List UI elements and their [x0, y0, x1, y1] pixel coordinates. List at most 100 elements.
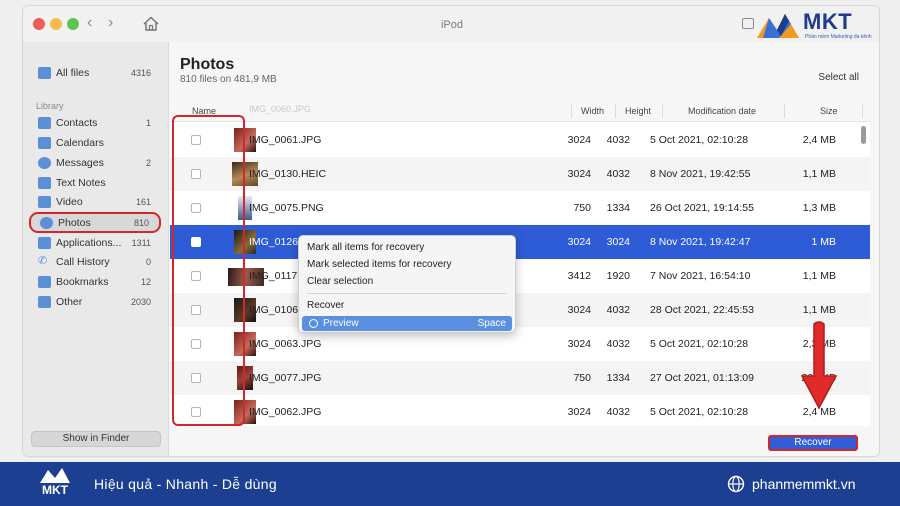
- file-date: 26 Oct 2021, 19:14:55: [650, 202, 754, 214]
- file-name: IMG_0075.PNG: [249, 202, 324, 214]
- row-checkbox[interactable]: [191, 339, 201, 349]
- sidebar-item-label: Other: [56, 296, 83, 308]
- sidebar-item-count: 2030: [130, 297, 151, 307]
- applications-icon: [38, 237, 51, 249]
- menu-item-mark-selected[interactable]: Mark selected items for recovery: [307, 259, 452, 270]
- table-row[interactable]: IMG_0077.JPG 750 1334 27 Oct 2021, 01:13…: [170, 361, 870, 395]
- row-checkbox[interactable]: [191, 135, 201, 145]
- column-header-height[interactable]: Height: [625, 106, 651, 116]
- footer-banner: MKT Hiệu quả - Nhanh - Dễ dùng phanmemmk…: [0, 462, 900, 506]
- column-header-width[interactable]: Width: [581, 106, 604, 116]
- sidebar-item-label: Calendars: [56, 137, 104, 149]
- footer-logo: MKT: [34, 466, 76, 502]
- menu-item-clear-selection[interactable]: Clear selection: [307, 276, 373, 287]
- file-width: 3024: [567, 304, 591, 316]
- file-size: 1,1 MB: [802, 168, 836, 180]
- sidebar-item-video[interactable]: Video 161: [29, 193, 161, 212]
- row-checkbox[interactable]: [191, 237, 201, 247]
- row-checkbox[interactable]: [191, 373, 201, 383]
- sidebar-item-count: 810: [133, 218, 149, 228]
- sidebar-item-label: Messages: [56, 157, 104, 169]
- logo-text: MKT: [803, 9, 853, 34]
- file-summary: 810 files on 481,9 MB: [180, 74, 277, 85]
- table-row[interactable]: IMG_0117.JPG 3412 1920 7 Nov 2021, 16:54…: [170, 259, 870, 293]
- sidebar-item-label: Bookmarks: [56, 276, 109, 288]
- row-checkbox[interactable]: [191, 305, 201, 315]
- table-row[interactable]: IMG_0130.HEIC 3024 4032 8 Nov 2021, 19:4…: [170, 157, 870, 191]
- video-icon: [38, 196, 51, 208]
- table-row-selected[interactable]: IMG_0126.HEIC 3024 3024 8 Nov 2021, 19:4…: [170, 225, 870, 259]
- row-checkbox[interactable]: [191, 169, 201, 179]
- file-size: 1 MB: [811, 236, 836, 248]
- preview-eye-icon: [309, 319, 318, 328]
- file-date: 8 Nov 2021, 19:42:55: [650, 168, 751, 180]
- file-name: IMG_0061.JPG: [249, 134, 322, 146]
- sidebar-item-label: Photos: [58, 217, 91, 229]
- footer-website-link[interactable]: phanmemmkt.vn: [752, 476, 855, 492]
- column-divider: [862, 104, 863, 118]
- column-header-date[interactable]: Modification date: [688, 106, 756, 116]
- title-bar: ‹ › iPod: [23, 6, 879, 42]
- row-checkbox[interactable]: [191, 271, 201, 281]
- select-all-button[interactable]: Select all: [818, 72, 859, 83]
- sidebar-item-contacts[interactable]: Contacts 1: [29, 114, 161, 133]
- recover-button[interactable]: Recover: [768, 435, 858, 451]
- main-panel: Photos 810 files on 481,9 MB Select all …: [170, 42, 879, 456]
- file-height: 4032: [606, 168, 630, 180]
- file-width: 3024: [567, 168, 591, 180]
- menu-item-preview[interactable]: Preview Space: [302, 316, 512, 331]
- table-scrollbar[interactable]: [861, 126, 866, 144]
- sidebar-item-photos[interactable]: Photos 810: [29, 212, 161, 233]
- show-in-finder-button[interactable]: Show in Finder: [31, 431, 161, 447]
- file-height: 4032: [606, 134, 630, 146]
- table-row[interactable]: IMG_0075.PNG 750 1334 26 Oct 2021, 19:14…: [170, 191, 870, 225]
- row-checkbox[interactable]: [191, 407, 201, 417]
- file-height: 4032: [606, 304, 630, 316]
- file-width: 750: [573, 202, 591, 214]
- folder-icon: [38, 67, 51, 79]
- file-height: 3024: [606, 236, 630, 248]
- file-date: 7 Nov 2021, 16:54:10: [650, 270, 751, 282]
- table-row[interactable]: IMG_0062.JPG 3024 4032 5 Oct 2021, 02:10…: [170, 395, 870, 426]
- page-title: Photos: [180, 56, 235, 73]
- sidebar-item-messages[interactable]: Messages 2: [29, 154, 161, 173]
- sidebar-item-count: 0: [145, 257, 151, 267]
- sidebar-item-call-history[interactable]: ✆ Call History 0: [29, 253, 161, 272]
- row-checkbox[interactable]: [191, 203, 201, 213]
- app-window: ‹ › iPod All files 4316 Library Contacts…: [22, 5, 880, 457]
- file-table: Name IMG_0060.JPG Width Height Modificat…: [170, 100, 870, 426]
- file-size: 1,1 MB: [802, 304, 836, 316]
- file-date: 8 Nov 2021, 19:42:47: [650, 236, 751, 248]
- table-row[interactable]: IMG_0061.JPG 3024 4032 5 Oct 2021, 02:10…: [170, 123, 870, 157]
- menu-item-mark-all[interactable]: Mark all items for recovery: [307, 242, 424, 253]
- sidebar-item-label: Contacts: [56, 117, 98, 129]
- column-header-name[interactable]: Name: [192, 106, 216, 116]
- sidebar-item-other[interactable]: Other 2030: [29, 293, 161, 312]
- file-width: 3024: [567, 236, 591, 248]
- file-date: 5 Oct 2021, 02:10:28: [650, 338, 749, 350]
- photos-icon: [40, 217, 53, 229]
- phone-icon: ✆: [38, 255, 48, 267]
- sidebar-item-bookmarks[interactable]: Bookmarks 12: [29, 273, 161, 292]
- sidebar-item-text-notes[interactable]: Text Notes: [29, 174, 161, 193]
- file-name: IMG_0062.JPG: [249, 406, 322, 418]
- menu-item-preview-label: Preview: [323, 318, 359, 329]
- table-row[interactable]: IMG_0063.JPG 3024 4032 5 Oct 2021, 02:10…: [170, 327, 870, 361]
- menu-item-recover[interactable]: Recover: [307, 300, 344, 311]
- globe-icon: [727, 475, 745, 493]
- sidebar-item-all-files[interactable]: All files 4316: [29, 64, 161, 83]
- toolbar-settings-icon[interactable]: [742, 18, 754, 29]
- sidebar-item-calendars[interactable]: Calendars: [29, 134, 161, 153]
- down-arrow-icon: [800, 321, 838, 410]
- sidebar-item-applications[interactable]: Applications... 1311: [29, 234, 161, 253]
- sidebar-item-count: 2: [145, 158, 151, 168]
- file-height: 1920: [606, 270, 630, 282]
- column-header-size[interactable]: Size: [820, 106, 838, 116]
- sidebar-item-label: Text Notes: [56, 177, 106, 189]
- sidebar-item-label: Applications...: [56, 237, 122, 249]
- table-header: Name IMG_0060.JPG Width Height Modificat…: [170, 100, 870, 122]
- logo-mountain-icon: [757, 14, 799, 38]
- library-section-label: Library: [36, 101, 64, 111]
- column-divider: [615, 104, 616, 118]
- table-row[interactable]: IMG_0106.JPG 3024 4032 28 Oct 2021, 22:4…: [170, 293, 870, 327]
